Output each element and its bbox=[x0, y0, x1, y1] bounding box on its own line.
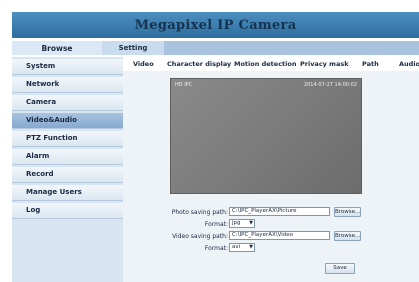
tab-setting[interactable]: Setting bbox=[102, 41, 164, 55]
subtab-audio[interactable]: Audio bbox=[399, 57, 419, 71]
photo-browse-button[interactable]: Browse... bbox=[334, 207, 361, 217]
video-format-value: avi bbox=[232, 244, 241, 250]
sidebar-item-ptz-function[interactable]: PTZ Function bbox=[12, 131, 123, 147]
subtab-character-display[interactable]: Character display bbox=[167, 57, 231, 71]
video-format-select[interactable]: avi ▼ bbox=[229, 243, 255, 252]
photo-path-input[interactable]: C:\IPC_PlayerAX\Picture bbox=[229, 207, 330, 216]
sidebar-item-network[interactable]: Network bbox=[12, 77, 123, 93]
video-browse-button[interactable]: Browse... bbox=[334, 231, 361, 241]
subtab-motion-detection[interactable]: Motion detection bbox=[234, 57, 296, 71]
sidebar-item-system[interactable]: System bbox=[12, 59, 123, 75]
main-tab-row: Browse Setting bbox=[12, 41, 419, 55]
chevron-down-icon: ▼ bbox=[249, 220, 253, 226]
header-bar: Megapixel IP Camera bbox=[12, 12, 419, 38]
photo-format-value: jpg bbox=[232, 220, 241, 226]
sidebar-item-video-audio[interactable]: Video&Audio bbox=[12, 113, 123, 129]
photo-path-label: Photo saving path: bbox=[171, 209, 228, 216]
photo-format-label: Format: bbox=[204, 221, 228, 228]
video-preview: HD IPC 2014-07-27 14:00:02 bbox=[170, 78, 362, 194]
photo-format-select[interactable]: jpg ▼ bbox=[229, 219, 255, 228]
video-path-label: Video saving path: bbox=[172, 233, 228, 240]
sidebar-item-log[interactable]: Log bbox=[12, 203, 123, 219]
sidebar: System Network Camera Video&Audio PTZ Fu… bbox=[12, 57, 123, 282]
save-button[interactable]: Save bbox=[325, 263, 355, 274]
sidebar-item-alarm[interactable]: Alarm bbox=[12, 149, 123, 165]
preview-overlay-name: HD IPC bbox=[175, 82, 193, 88]
chevron-down-icon: ▼ bbox=[249, 244, 253, 250]
video-format-label: Format: bbox=[204, 245, 228, 252]
subtab-path[interactable]: Path bbox=[362, 57, 379, 71]
subtab-video[interactable]: Video bbox=[133, 57, 154, 71]
sidebar-item-camera[interactable]: Camera bbox=[12, 95, 123, 111]
preview-overlay-timestamp: 2014-07-27 14:00:02 bbox=[303, 82, 357, 88]
sidebar-item-record[interactable]: Record bbox=[12, 167, 123, 183]
tab-browse[interactable]: Browse bbox=[12, 41, 102, 55]
video-path-input[interactable]: C:\IPC_PlayerAX\Video bbox=[229, 231, 330, 240]
subtab-row: Video Character display Motion detection… bbox=[123, 57, 419, 71]
subtab-privacy-mask[interactable]: Privacy mask bbox=[300, 57, 349, 71]
app-title: Megapixel IP Camera bbox=[134, 17, 297, 33]
sidebar-item-manage-users[interactable]: Manage Users bbox=[12, 185, 123, 201]
